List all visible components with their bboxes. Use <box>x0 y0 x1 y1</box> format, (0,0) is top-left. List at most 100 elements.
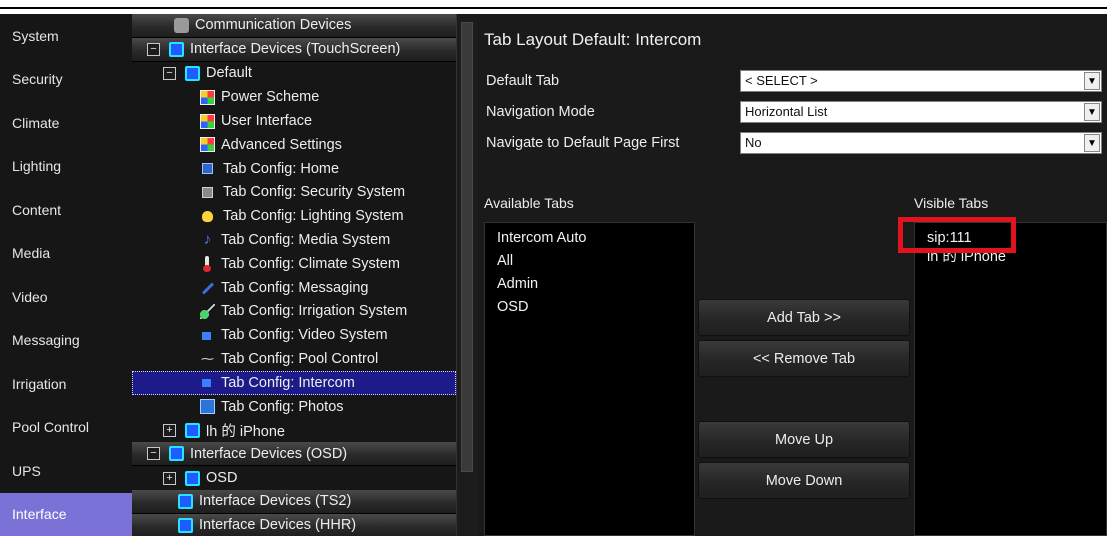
visible-tabs-list[interactable]: sip:111 lh 的 iPhone <box>914 222 1107 536</box>
nav-item-pool-control[interactable]: Pool Control <box>0 406 132 450</box>
tree-item-tab-config-intercom[interactable]: Tab Config: Intercom <box>132 370 456 395</box>
tree-item-label: Tab Config: Lighting System <box>223 208 404 225</box>
tree-item-label: Interface Devices (TouchScreen) <box>190 41 401 58</box>
nav-item-messaging[interactable]: Messaging <box>0 319 132 363</box>
expand-toggle[interactable]: + <box>163 471 176 485</box>
default-tab-label: Default Tab <box>486 73 560 89</box>
tree-item-interface-devices-touchscreen[interactable]: − Interface Devices (TouchScreen) <box>132 37 456 62</box>
tree-item-interface-devices-ts2[interactable]: Interface Devices (TS2) <box>132 489 456 514</box>
tree-item-tab-config-photos[interactable]: Tab Config: Photos <box>132 395 456 419</box>
list-item[interactable]: Admin <box>497 273 694 296</box>
category-nav: System Security Climate Lighting Content… <box>0 14 132 536</box>
remove-tab-button[interactable]: << Remove Tab <box>698 340 910 377</box>
tree-item-tab-config-pool[interactable]: ⁓ Tab Config: Pool Control <box>132 347 456 371</box>
list-item[interactable]: All <box>497 250 694 273</box>
tree-item-label: Tab Config: Security System <box>223 184 406 201</box>
nav-item-interface[interactable]: Interface <box>0 492 132 536</box>
photo-icon <box>200 399 215 415</box>
expand-toggle[interactable]: + <box>163 423 176 437</box>
thermometer-icon <box>200 256 215 273</box>
tree-item-iphone[interactable]: + lh 的 iPhone <box>132 419 456 443</box>
tree-item-advanced-settings[interactable]: Advanced Settings <box>132 133 456 157</box>
device-icon <box>185 470 200 486</box>
nav-item-lighting[interactable]: Lighting <box>0 145 132 189</box>
tree-item-tab-config-media[interactable]: ♪ Tab Config: Media System <box>132 228 456 252</box>
device-icon <box>178 517 193 533</box>
tree-item-label: Tab Config: Irrigation System <box>221 303 408 320</box>
tree-item-tab-config-climate[interactable]: Tab Config: Climate System <box>132 252 456 276</box>
nav-item-content[interactable]: Content <box>0 188 132 232</box>
tree-item-osd[interactable]: + OSD <box>132 466 456 490</box>
default-tab-select[interactable]: < SELECT > ▼ <box>740 70 1102 92</box>
collapse-toggle[interactable]: − <box>147 447 160 461</box>
tree-item-label: Interface Devices (TS2) <box>199 493 352 510</box>
tree-item-label: User Interface <box>221 113 313 130</box>
nav-item-media[interactable]: Media <box>0 232 132 276</box>
tree-item-default[interactable]: − Default <box>132 62 456 86</box>
collapse-toggle[interactable]: − <box>163 66 176 80</box>
device-icon <box>169 41 184 57</box>
pen-icon <box>200 280 215 295</box>
tree-item-label: OSD <box>206 470 238 487</box>
sprinkler-icon <box>200 303 215 319</box>
tree-item-label: Tab Config: Pool Control <box>221 351 379 368</box>
tree-item-label: Interface Devices (OSD) <box>190 445 348 462</box>
tree-item-tab-config-video[interactable]: Tab Config: Video System <box>132 323 456 347</box>
tree-item-label: Advanced Settings <box>221 136 342 153</box>
tree-item-interface-devices-osd[interactable]: − Interface Devices (OSD) <box>132 442 456 467</box>
nav-item-ups[interactable]: UPS <box>0 449 132 493</box>
tree-item-label: Tab Config: Messaging <box>221 279 369 296</box>
tree-item-tab-config-home[interactable]: Tab Config: Home <box>132 157 456 181</box>
navigation-mode-label: Navigation Mode <box>486 104 595 120</box>
nav-item-system[interactable]: System <box>0 14 132 58</box>
tree-item-label: Communication Devices <box>195 17 352 34</box>
tab-layout-panel: Tab Layout Default: Intercom Default Tab… <box>478 14 1107 536</box>
collapse-toggle[interactable]: − <box>147 42 160 56</box>
tree-item-tab-config-irrigation[interactable]: Tab Config: Irrigation System <box>132 300 456 324</box>
chevron-down-icon[interactable]: ▼ <box>1084 72 1100 90</box>
add-tab-button[interactable]: Add Tab >> <box>698 299 910 336</box>
nav-item-video[interactable]: Video <box>0 275 132 319</box>
top-divider <box>0 7 1107 9</box>
home-icon <box>202 163 213 175</box>
light-bulb-icon <box>202 210 213 222</box>
nav-item-irrigation[interactable]: Irrigation <box>0 362 132 406</box>
tree-item-interface-devices-hhr[interactable]: Interface Devices (HHR) <box>132 513 456 536</box>
move-up-button[interactable]: Move Up <box>698 421 910 458</box>
intercom-icon <box>200 375 215 390</box>
tree-scrollbar[interactable] <box>456 14 478 536</box>
navigate-first-select[interactable]: No ▼ <box>740 132 1102 154</box>
tree-item-communication-devices[interactable]: Communication Devices <box>132 14 456 38</box>
tree-item-label: Tab Config: Intercom <box>221 374 355 391</box>
device-icon <box>185 422 200 438</box>
visible-tabs-label: Visible Tabs <box>914 195 989 211</box>
tree-item-user-interface[interactable]: User Interface <box>132 109 456 133</box>
navigation-mode-select[interactable]: Horizontal List ▼ <box>740 101 1102 123</box>
chevron-down-icon[interactable]: ▼ <box>1084 103 1100 121</box>
scrollbar-thumb[interactable] <box>461 22 473 472</box>
tree-item-tab-config-security[interactable]: Tab Config: Security System <box>132 181 456 205</box>
tree-item-label: Tab Config: Photos <box>221 398 344 415</box>
move-down-button[interactable]: Move Down <box>698 462 910 499</box>
tree-item-tab-config-lighting[interactable]: Tab Config: Lighting System <box>132 204 456 228</box>
tree-item-label: Tab Config: Home <box>223 160 340 177</box>
nav-item-climate[interactable]: Climate <box>0 101 132 145</box>
nav-item-security[interactable]: Security <box>0 58 132 102</box>
phone-icon <box>174 17 189 33</box>
security-icon <box>202 186 213 198</box>
list-item[interactable]: OSD <box>497 296 694 319</box>
device-icon <box>185 65 200 81</box>
tree-item-tab-config-messaging[interactable]: Tab Config: Messaging <box>132 276 456 300</box>
navigation-mode-value: Horizontal List <box>745 104 828 119</box>
navigate-first-label: Navigate to Default Page First <box>486 135 680 151</box>
settings-icon <box>200 137 215 153</box>
available-tabs-list[interactable]: Intercom Auto All Admin OSD <box>484 222 695 536</box>
device-tree: Communication Devices − Interface Device… <box>132 14 456 536</box>
list-item[interactable]: Intercom Auto <box>497 227 694 250</box>
tree-item-label: Tab Config: Video System <box>221 327 388 344</box>
default-tab-value: < SELECT > <box>745 73 818 88</box>
settings-icon <box>200 113 215 129</box>
tree-item-power-scheme[interactable]: Power Scheme <box>132 85 456 109</box>
device-icon <box>178 493 193 509</box>
chevron-down-icon[interactable]: ▼ <box>1084 134 1100 152</box>
